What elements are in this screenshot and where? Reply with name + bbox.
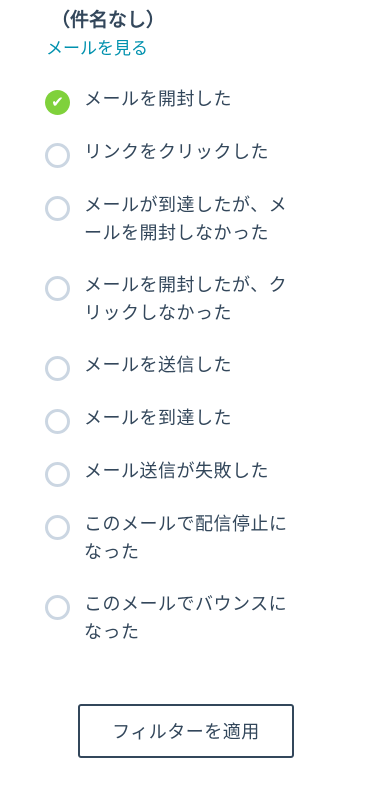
radio-unchecked[interactable] [45, 196, 70, 221]
option-send-failed[interactable]: メール送信が失敗した [45, 458, 335, 487]
view-email-link[interactable]: メールを見る [46, 36, 148, 62]
option-label: メールを到達した [84, 408, 232, 429]
option-label: リンクをクリックした [84, 142, 269, 163]
radio-unchecked[interactable] [45, 462, 70, 487]
radio-unchecked[interactable] [45, 409, 70, 434]
option-delivered-not-opened[interactable]: メールが到達したが、メ ールを開封しなかった [45, 192, 335, 248]
option-label: このメールでバウンスに なった [84, 594, 288, 643]
option-sent[interactable]: メールを送信した [45, 352, 335, 381]
apply-filter-button[interactable]: フィルターを適用 [78, 704, 294, 758]
filter-options-list: ✔ メールを開封した リンクをクリックした メールが到達したが、メ ールを開封し… [45, 86, 335, 671]
email-subject: （件名なし） [51, 9, 166, 31]
option-opened-not-clicked[interactable]: メールを開封したが、ク リックしなかった [45, 272, 335, 328]
radio-unchecked[interactable] [45, 515, 70, 540]
radio-unchecked[interactable] [45, 595, 70, 620]
option-label: メールが到達したが、メ ールを開封しなかった [84, 195, 288, 244]
option-unsubscribed[interactable]: このメールで配信停止に なった [45, 511, 335, 567]
email-header: （件名なし） メールを見る [46, 6, 166, 62]
option-clicked-link[interactable]: リンクをクリックした [45, 139, 335, 168]
option-label: このメールで配信停止に なった [84, 514, 288, 563]
option-label: メールを送信した [84, 355, 232, 376]
option-bounced[interactable]: このメールでバウンスに なった [45, 591, 335, 647]
radio-checked[interactable]: ✔ [45, 90, 70, 115]
option-label: メールを開封したが、ク リックしなかった [84, 275, 288, 324]
option-label: メールを開封した [84, 89, 232, 110]
option-label: メール送信が失敗した [84, 461, 269, 482]
check-icon: ✔ [51, 93, 64, 111]
radio-unchecked[interactable] [45, 143, 70, 168]
apply-container: フィルターを適用 [78, 704, 294, 758]
radio-unchecked[interactable] [45, 276, 70, 301]
radio-unchecked[interactable] [45, 356, 70, 381]
option-opened[interactable]: ✔ メールを開封した [45, 86, 335, 115]
option-delivered[interactable]: メールを到達した [45, 405, 335, 434]
